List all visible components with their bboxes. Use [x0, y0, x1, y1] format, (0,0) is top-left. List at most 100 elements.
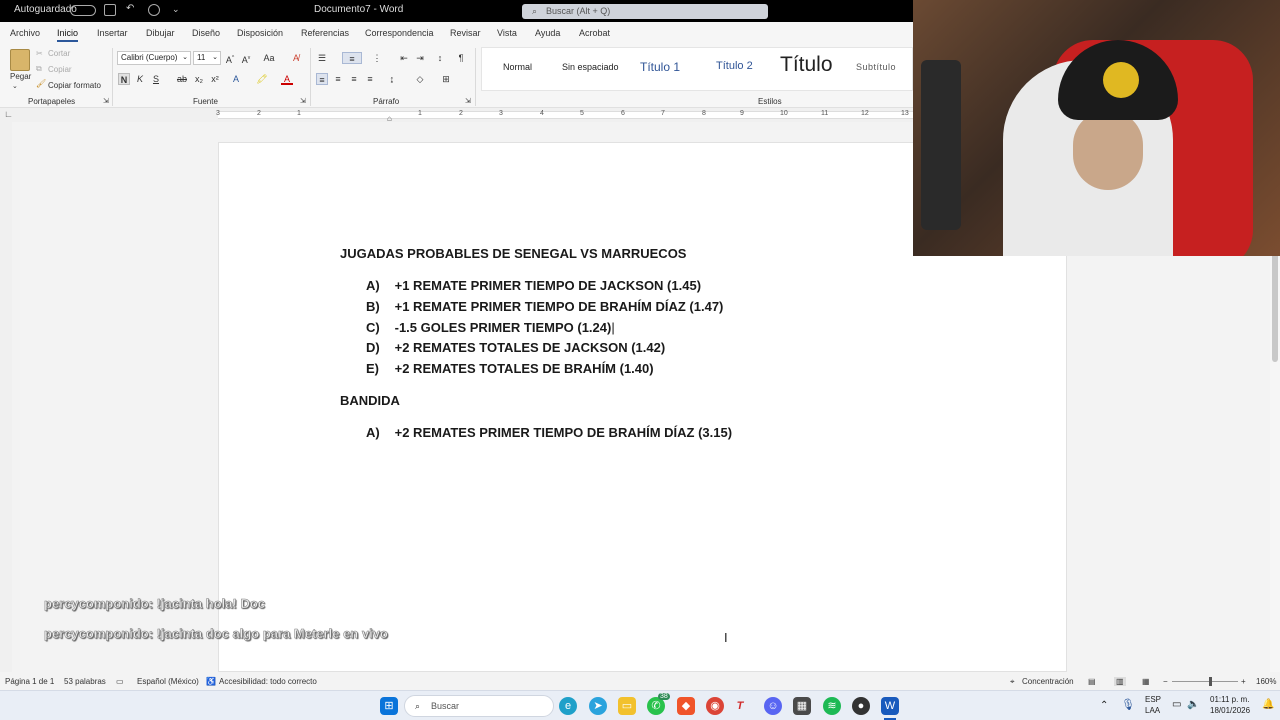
windows-start-icon[interactable]: ⊞ [380, 697, 398, 715]
zoom-in-icon[interactable]: + [1241, 677, 1246, 686]
tab-vista[interactable]: Vista [497, 28, 517, 38]
align-left-button[interactable]: ≡ [316, 73, 328, 85]
tab-disposicion[interactable]: Disposición [237, 28, 283, 38]
numbering-icon[interactable]: ≡ [342, 52, 362, 64]
shading-icon[interactable]: ◇ [414, 73, 426, 85]
microphone-icon[interactable]: 🎙 [1121, 698, 1135, 711]
tab-revisar[interactable]: Revisar [450, 28, 481, 38]
print-layout-icon[interactable]: ▥ [1114, 677, 1126, 686]
highlight-color-icon[interactable]: 🖍 [256, 73, 268, 85]
paste-icon[interactable] [10, 49, 30, 71]
style-heading2[interactable]: Título 2 [716, 60, 753, 72]
tab-correspondencia[interactable]: Correspondencia [365, 28, 434, 38]
language-bottom[interactable]: LAA [1145, 706, 1160, 715]
shrink-font-icon[interactable]: Av [240, 52, 252, 65]
focus-mode-button[interactable]: Concentración [1022, 677, 1074, 686]
cut-icon[interactable]: ✂ [36, 49, 43, 58]
zoom-slider-thumb[interactable] [1209, 677, 1212, 686]
clipboard-launcher-icon[interactable]: ⇲ [103, 97, 109, 105]
format-painter-icon[interactable]: 🖌 [36, 79, 46, 88]
discord-icon[interactable]: ☺ [764, 697, 782, 715]
change-case-icon[interactable]: Aa [260, 52, 278, 64]
font-family-select[interactable]: Calibri (Cuerpo) ⌄ [117, 51, 191, 65]
spotify-icon[interactable]: ≋ [823, 697, 841, 715]
copy-icon[interactable]: ⧉ [36, 64, 42, 74]
tab-ayuda[interactable]: Ayuda [535, 28, 560, 38]
tab-archivo[interactable]: Archivo [10, 28, 40, 38]
align-center-button[interactable]: ≡ [332, 73, 344, 85]
word-icon[interactable]: W [881, 697, 899, 715]
font-color-icon[interactable]: A [281, 73, 293, 85]
notifications-icon[interactable]: 🔔 [1262, 699, 1274, 710]
style-no-spacing[interactable]: Sin espaciado [562, 62, 619, 72]
tab-insertar[interactable]: Insertar [97, 28, 128, 38]
grow-font-icon[interactable]: A^ [224, 52, 236, 65]
tab-stop-selector[interactable]: ∟ [4, 109, 13, 119]
language-top[interactable]: ESP [1145, 695, 1161, 704]
style-title[interactable]: Título [780, 53, 833, 77]
bullets-icon[interactable]: ☰ [316, 52, 328, 64]
tab-acrobat[interactable]: Acrobat [579, 28, 610, 38]
subscript-button[interactable]: x₂ [193, 73, 205, 85]
edge-icon[interactable]: e [559, 697, 577, 715]
italic-button[interactable]: K [134, 73, 146, 85]
telegram-icon[interactable]: ➤ [589, 697, 607, 715]
chevron-up-icon[interactable]: ⌃ [1100, 700, 1108, 711]
volume-icon[interactable]: 🔈 [1187, 699, 1199, 710]
customize-qat-icon[interactable]: ⌄ [172, 4, 184, 16]
paste-chevron-icon[interactable]: ⌄ [12, 82, 18, 90]
save-icon[interactable] [104, 4, 116, 16]
taskbar-search[interactable]: ⌕ Buscar [404, 695, 554, 717]
decrease-indent-icon[interactable]: ⇤ [398, 52, 410, 64]
obs-icon[interactable]: ● [852, 697, 870, 715]
clock-date[interactable]: 18/01/2026 [1210, 706, 1250, 715]
font-launcher-icon[interactable]: ⇲ [300, 97, 306, 105]
tab-referencias[interactable]: Referencias [301, 28, 349, 38]
zoom-level[interactable]: 160% [1256, 677, 1276, 686]
accessibility-icon[interactable]: ♿ [206, 677, 216, 686]
style-heading1[interactable]: Título 1 [640, 60, 680, 74]
copy-button[interactable]: Copiar [48, 65, 72, 74]
page-count[interactable]: Página 1 de 1 [5, 677, 54, 686]
multilevel-list-icon[interactable]: ⋮ [371, 52, 383, 64]
justify-button[interactable]: ≡ [364, 73, 376, 85]
network-icon[interactable]: ▭ [1172, 699, 1181, 710]
font-size-select[interactable]: 11 ⌄ [193, 51, 221, 65]
web-layout-icon[interactable]: ▦ [1142, 677, 1150, 686]
superscript-button[interactable]: x² [209, 73, 221, 85]
style-normal[interactable]: Normal [503, 62, 532, 72]
align-right-button[interactable]: ≡ [348, 73, 360, 85]
focus-icon[interactable]: ⌖ [1010, 677, 1015, 687]
tab-dibujar[interactable]: Dibujar [146, 28, 175, 38]
read-mode-icon[interactable]: ▤ [1088, 677, 1096, 686]
increase-indent-icon[interactable]: ⇥ [414, 52, 426, 64]
calculator-icon[interactable]: ▦ [793, 697, 811, 715]
clear-formatting-icon[interactable]: A̸ [290, 52, 302, 64]
chrome-icon[interactable]: ◉ [706, 697, 724, 715]
autosave-toggle[interactable] [70, 5, 96, 16]
proofing-icon[interactable]: ▭ [116, 677, 124, 686]
underline-button[interactable]: S [150, 73, 162, 85]
typora-icon[interactable]: T [731, 697, 749, 715]
word-count[interactable]: 53 palabras [64, 677, 106, 686]
paste-button[interactable]: Pegar [10, 72, 31, 81]
bold-button[interactable]: N [118, 73, 130, 85]
show-marks-icon[interactable]: ¶ [455, 52, 467, 64]
file-explorer-icon[interactable]: ▭ [618, 697, 636, 715]
text-effects-icon[interactable]: A [230, 73, 242, 85]
scrollbar-thumb[interactable] [1272, 242, 1278, 362]
search-input[interactable]: ⌕ Buscar (Alt + Q) [522, 4, 768, 19]
strikethrough-button[interactable]: ab [176, 73, 188, 85]
line-spacing-icon[interactable]: ↨ [386, 73, 398, 85]
borders-icon[interactable]: ⊞ [440, 73, 452, 85]
clock-time[interactable]: 01:11 p. m. [1210, 695, 1249, 704]
accessibility-status[interactable]: Accesibilidad: todo correcto [219, 677, 317, 686]
language-status[interactable]: Español (México) [137, 677, 199, 686]
style-subtitle[interactable]: Subtítulo [856, 62, 896, 72]
tab-diseno[interactable]: Diseño [192, 28, 220, 38]
tab-inicio[interactable]: Inicio [57, 28, 79, 42]
undo-icon[interactable]: ↶ [126, 4, 138, 16]
zoom-out-icon[interactable]: − [1163, 677, 1168, 686]
zoom-slider[interactable] [1172, 681, 1238, 682]
vertical-ruler[interactable] [0, 122, 12, 672]
